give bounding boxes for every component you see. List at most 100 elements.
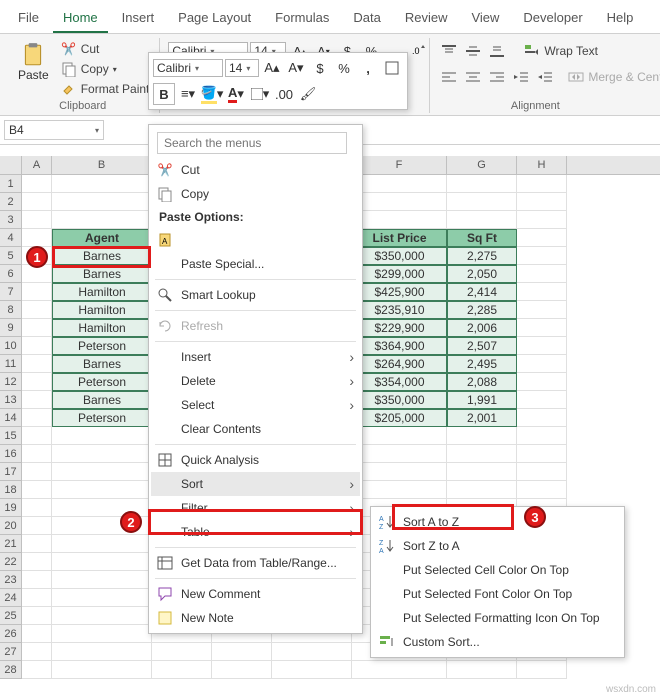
cell[interactable]: Hamilton bbox=[52, 283, 152, 301]
cell[interactable] bbox=[22, 391, 52, 409]
sort-a-to-z[interactable]: AZSort A to Z bbox=[373, 510, 622, 534]
cell[interactable]: Barnes bbox=[52, 355, 152, 373]
cell[interactable] bbox=[22, 535, 52, 553]
row-header[interactable]: 18 bbox=[0, 481, 22, 499]
row-header[interactable]: 16 bbox=[0, 445, 22, 463]
ctx-copy[interactable]: Copy bbox=[151, 182, 360, 206]
ctx-quick-analysis[interactable]: Quick Analysis bbox=[151, 448, 360, 472]
cell[interactable] bbox=[22, 409, 52, 427]
cell[interactable]: Peterson bbox=[52, 409, 152, 427]
cell[interactable]: Barnes bbox=[52, 391, 152, 409]
cell[interactable] bbox=[352, 481, 447, 499]
cut-button[interactable]: ✂️Cut bbox=[59, 40, 152, 58]
menu-search-input[interactable] bbox=[157, 132, 347, 154]
row-header[interactable]: 28 bbox=[0, 661, 22, 679]
align-top-button[interactable] bbox=[438, 40, 460, 62]
mini-bold[interactable]: B bbox=[153, 83, 175, 105]
cell[interactable] bbox=[22, 337, 52, 355]
cell[interactable] bbox=[22, 481, 52, 499]
cell[interactable] bbox=[52, 643, 152, 661]
mini-currency[interactable]: $ bbox=[309, 57, 331, 79]
cell[interactable]: $264,900 bbox=[352, 355, 447, 373]
row-header[interactable]: 4 bbox=[0, 229, 22, 247]
cell[interactable] bbox=[52, 427, 152, 445]
ctx-refresh[interactable]: Refresh bbox=[151, 314, 360, 338]
mini-painter[interactable]: 🖌 bbox=[297, 83, 319, 105]
cell[interactable] bbox=[517, 409, 567, 427]
cell[interactable] bbox=[52, 175, 152, 193]
cell[interactable] bbox=[517, 481, 567, 499]
cell[interactable]: 1,991 bbox=[447, 391, 517, 409]
cell[interactable]: Peterson bbox=[52, 373, 152, 391]
cell[interactable] bbox=[22, 463, 52, 481]
cell[interactable] bbox=[352, 211, 447, 229]
ctx-insert[interactable]: Insert bbox=[151, 345, 360, 369]
mini-font-name[interactable]: Calibri▾ bbox=[153, 59, 223, 77]
cell[interactable] bbox=[22, 643, 52, 661]
cell[interactable] bbox=[212, 661, 272, 679]
row-header[interactable]: 25 bbox=[0, 607, 22, 625]
cell[interactable] bbox=[447, 463, 517, 481]
ctx-smart-lookup[interactable]: Smart Lookup bbox=[151, 283, 360, 307]
col-header-H[interactable]: H bbox=[517, 156, 567, 174]
cell[interactable] bbox=[22, 211, 52, 229]
align-left-button[interactable] bbox=[438, 66, 460, 88]
cell[interactable] bbox=[22, 193, 52, 211]
cell[interactable]: Peterson bbox=[52, 337, 152, 355]
cell[interactable] bbox=[517, 427, 567, 445]
row-header[interactable]: 23 bbox=[0, 571, 22, 589]
align-center-button[interactable] bbox=[462, 66, 484, 88]
align-middle-button[interactable] bbox=[462, 40, 484, 62]
row-header[interactable]: 5 bbox=[0, 247, 22, 265]
cell[interactable] bbox=[22, 553, 52, 571]
cell[interactable] bbox=[517, 265, 567, 283]
cell[interactable] bbox=[517, 193, 567, 211]
tab-file[interactable]: File bbox=[8, 6, 49, 33]
cell[interactable] bbox=[447, 193, 517, 211]
select-all-corner[interactable] bbox=[0, 156, 22, 174]
cell[interactable] bbox=[52, 445, 152, 463]
ctx-paste-special[interactable]: Paste Special... bbox=[151, 252, 360, 276]
cell[interactable]: 2,088 bbox=[447, 373, 517, 391]
cell[interactable]: $205,000 bbox=[352, 409, 447, 427]
cell[interactable] bbox=[22, 499, 52, 517]
ctx-table[interactable]: Table bbox=[151, 520, 360, 544]
tab-insert[interactable]: Insert bbox=[112, 6, 165, 33]
cell[interactable] bbox=[152, 643, 212, 661]
row-header[interactable]: 22 bbox=[0, 553, 22, 571]
ctx-clear-contents[interactable]: Clear Contents bbox=[151, 417, 360, 441]
ctx-cut[interactable]: ✂️Cut bbox=[151, 158, 360, 182]
wrap-text-button[interactable]: Wrap Text bbox=[522, 42, 600, 60]
cell[interactable] bbox=[517, 373, 567, 391]
col-header-B[interactable]: B bbox=[52, 156, 152, 174]
cell[interactable] bbox=[52, 211, 152, 229]
paste-button[interactable]: Paste bbox=[14, 40, 53, 84]
cell[interactable] bbox=[152, 661, 212, 679]
cell[interactable] bbox=[22, 301, 52, 319]
row-header[interactable]: 9 bbox=[0, 319, 22, 337]
cell[interactable] bbox=[517, 175, 567, 193]
cell[interactable] bbox=[352, 193, 447, 211]
row-header[interactable]: 14 bbox=[0, 409, 22, 427]
cell[interactable] bbox=[517, 661, 567, 679]
cell[interactable]: 2,275 bbox=[447, 247, 517, 265]
cell[interactable] bbox=[52, 463, 152, 481]
cell[interactable] bbox=[22, 589, 52, 607]
cell[interactable]: $235,910 bbox=[352, 301, 447, 319]
mini-font-color[interactable]: A▾ bbox=[225, 83, 247, 105]
row-header[interactable]: 17 bbox=[0, 463, 22, 481]
row-header[interactable]: 27 bbox=[0, 643, 22, 661]
cell[interactable]: $425,900 bbox=[352, 283, 447, 301]
cell[interactable]: $229,900 bbox=[352, 319, 447, 337]
row-header[interactable]: 24 bbox=[0, 589, 22, 607]
cell[interactable] bbox=[272, 661, 352, 679]
cell[interactable] bbox=[352, 445, 447, 463]
cell[interactable]: 2,507 bbox=[447, 337, 517, 355]
cell[interactable] bbox=[447, 445, 517, 463]
cell[interactable]: 2,414 bbox=[447, 283, 517, 301]
cell[interactable] bbox=[352, 463, 447, 481]
tab-formulas[interactable]: Formulas bbox=[265, 6, 339, 33]
row-header[interactable]: 21 bbox=[0, 535, 22, 553]
tab-help[interactable]: Help bbox=[597, 6, 644, 33]
mini-dec-decimal[interactable]: .00 bbox=[273, 83, 295, 105]
